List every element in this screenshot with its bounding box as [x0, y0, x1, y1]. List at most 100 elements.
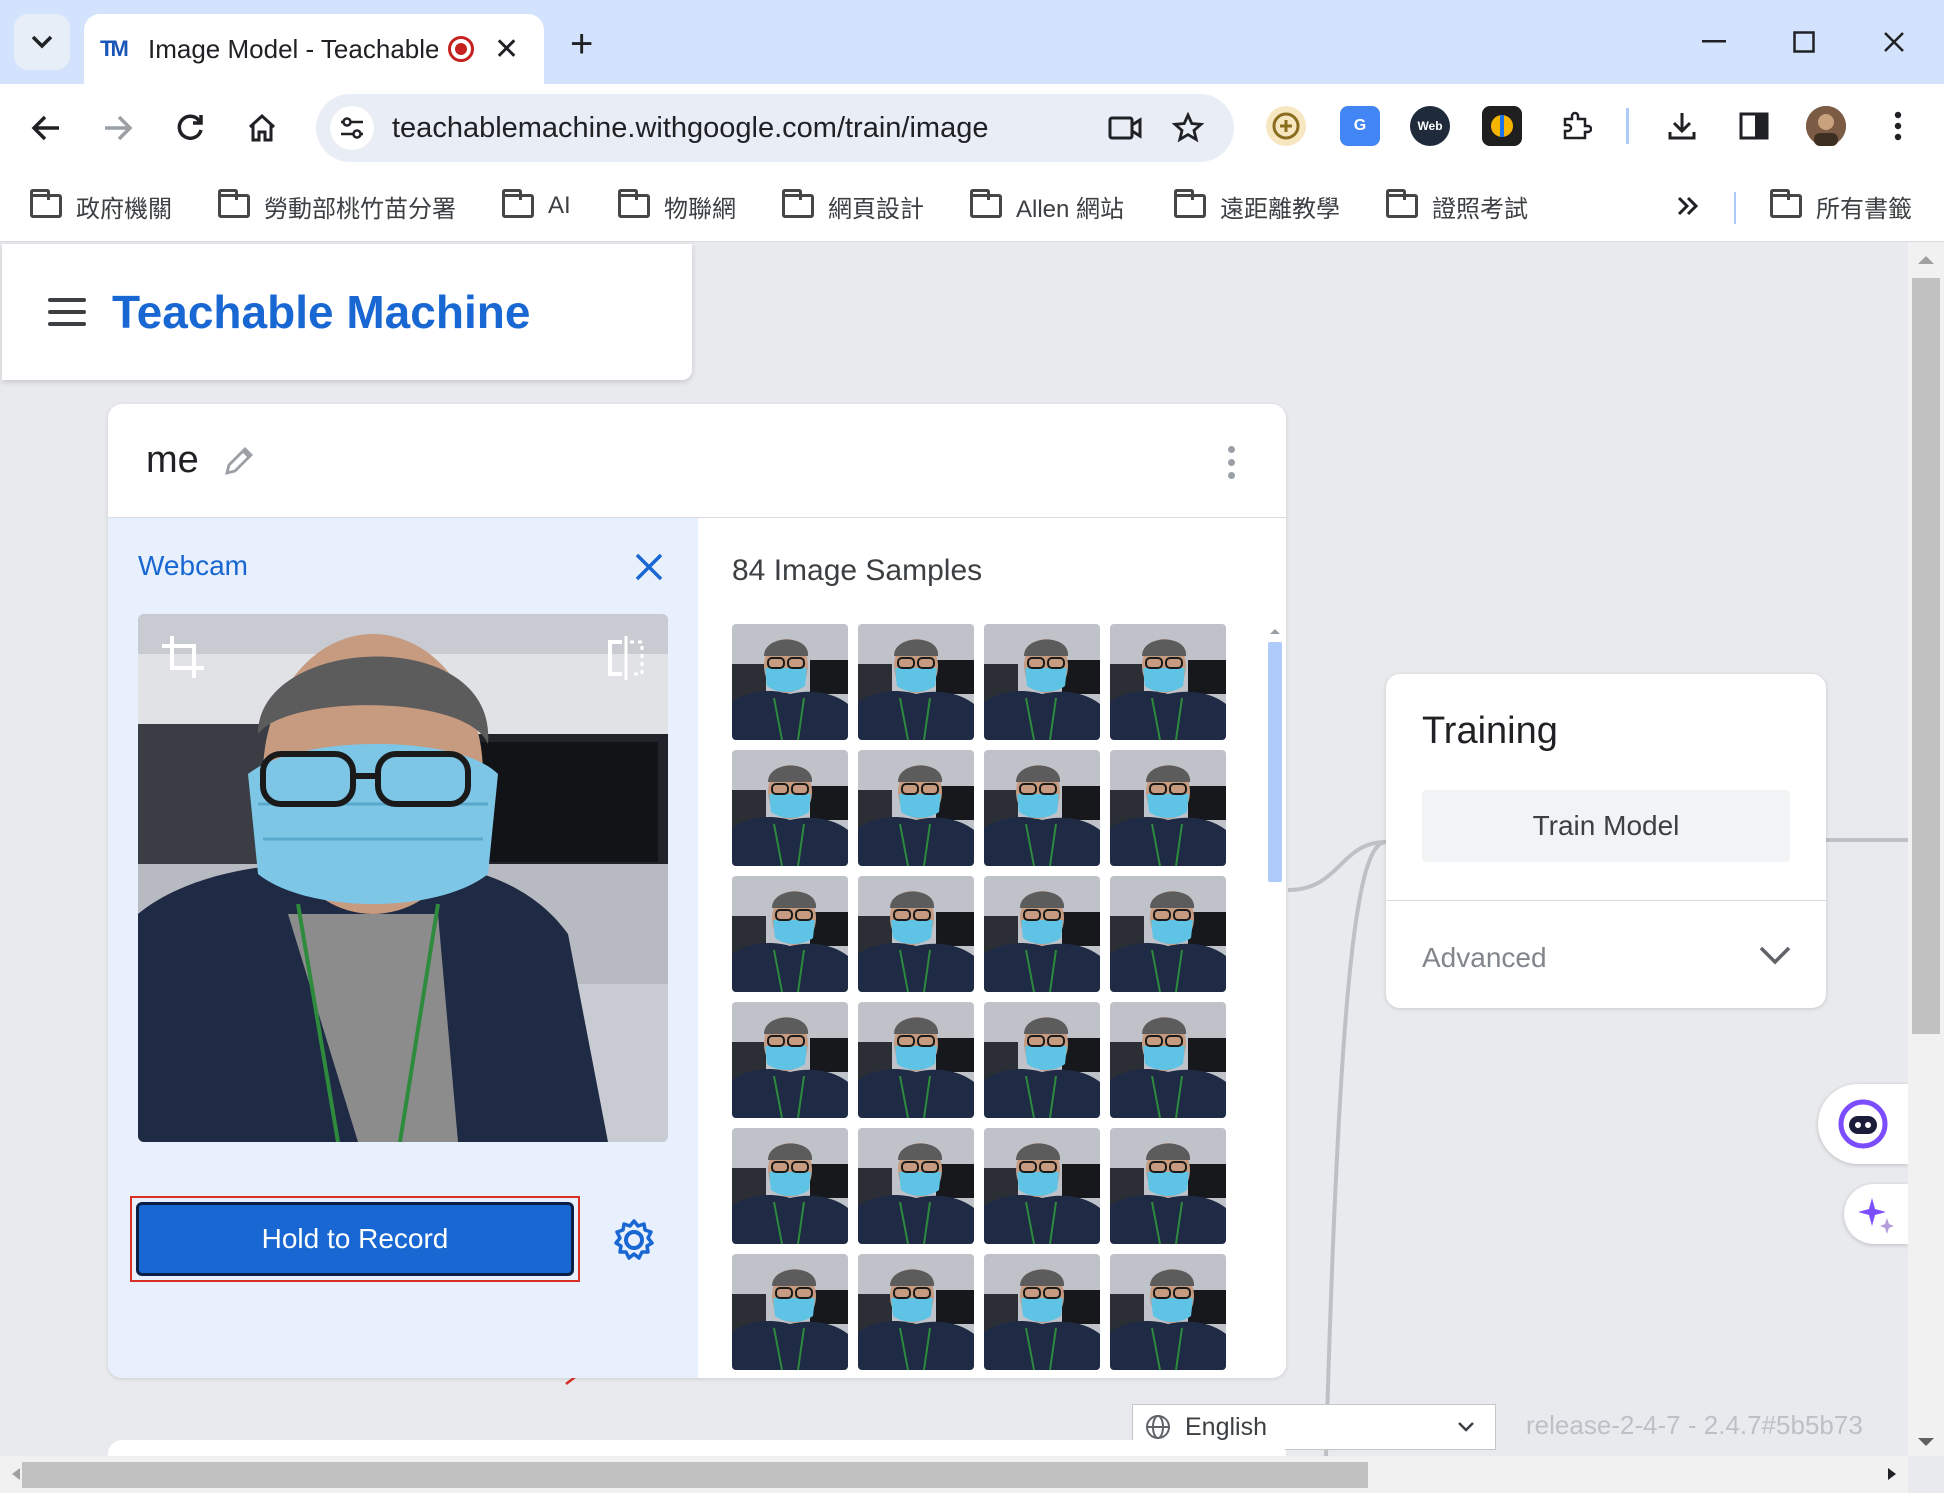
bot-face-icon	[1838, 1099, 1888, 1149]
profile-avatar[interactable]	[1806, 106, 1846, 146]
camera-in-use-icon[interactable]	[1108, 115, 1142, 141]
site-info-button[interactable]	[330, 106, 374, 150]
crop-icon[interactable]	[160, 634, 206, 680]
webcam-preview	[138, 614, 668, 1142]
assistant-bot-button[interactable]	[1818, 1084, 1908, 1164]
sample-thumbnail[interactable]	[1110, 1002, 1226, 1118]
sample-thumbnail[interactable]	[858, 1002, 974, 1118]
class-options-icon[interactable]	[1228, 446, 1236, 479]
gear-icon[interactable]	[612, 1218, 656, 1262]
tab-active[interactable]: TM Image Model - Teachable Machine ✕	[84, 14, 544, 84]
sample-thumbnail[interactable]	[1110, 624, 1226, 740]
all-bookmarks-folder[interactable]: 所有書籤	[1770, 186, 1912, 226]
page-horizontal-scrollbar[interactable]	[0, 1456, 1908, 1493]
sample-thumbnail[interactable]	[858, 624, 974, 740]
bookmark-folder-2[interactable]: AI	[502, 186, 571, 226]
back-button[interactable]	[24, 106, 68, 150]
train-model-button[interactable]: Train Model	[1422, 790, 1790, 862]
minimize-button[interactable]	[1684, 18, 1744, 66]
maximize-icon	[1793, 31, 1815, 53]
sample-thumbnail[interactable]	[732, 624, 848, 740]
side-panel-icon[interactable]	[1734, 106, 1774, 146]
reload-button[interactable]	[168, 106, 212, 150]
samples-scrollbar-thumb[interactable]	[1268, 642, 1282, 882]
chevron-down-icon	[31, 35, 53, 49]
sample-thumbnail[interactable]	[984, 1002, 1100, 1118]
bookmark-folder-5[interactable]: Allen 網站	[970, 186, 1124, 226]
assistant-sparkle-button[interactable]	[1844, 1184, 1908, 1244]
bookmark-folder-1[interactable]: 勞動部桃竹苗分署	[218, 186, 456, 226]
sample-thumbnail[interactable]	[1110, 1254, 1226, 1370]
menu-icon[interactable]	[48, 298, 86, 326]
scroll-down-icon[interactable]	[1908, 1432, 1944, 1452]
tab-search-button[interactable]	[14, 14, 70, 70]
bookmarks-divider	[1734, 192, 1736, 224]
vertical-scroll-thumb[interactable]	[1912, 278, 1940, 1034]
sparkle-icon	[1858, 1198, 1894, 1234]
sample-thumbnail[interactable]	[732, 1128, 848, 1244]
flip-icon[interactable]	[606, 636, 646, 680]
chevron-down-icon[interactable]	[1758, 944, 1792, 966]
hold-to-record-button[interactable]: Hold to Record	[136, 1202, 574, 1276]
webcam-panel: Webcam Hold to Record	[108, 518, 698, 1378]
bookmarks-overflow-button[interactable]	[1676, 186, 1700, 226]
sample-thumbnail[interactable]	[732, 750, 848, 866]
minimize-icon	[1702, 40, 1726, 43]
sample-thumbnail[interactable]	[858, 1254, 974, 1370]
browser-menu-icon[interactable]	[1878, 106, 1918, 146]
close-icon[interactable]	[634, 552, 664, 582]
sample-thumbnail[interactable]	[732, 1254, 848, 1370]
downloads-icon[interactable]	[1662, 106, 1702, 146]
maximize-button[interactable]	[1774, 18, 1834, 66]
close-window-button[interactable]	[1864, 18, 1924, 66]
webcam-video-frame	[138, 614, 668, 1142]
tab-strip: TM Image Model - Teachable Machine ✕ +	[0, 0, 1944, 84]
sample-thumbnail[interactable]	[858, 750, 974, 866]
bookmark-folder-4[interactable]: 網頁設計	[782, 186, 924, 226]
google-translate-icon[interactable]: G	[1340, 106, 1380, 146]
sample-thumbnail[interactable]	[984, 1128, 1100, 1244]
sample-thumbnail[interactable]	[732, 876, 848, 992]
sample-thumbnail-grid	[732, 624, 1240, 1370]
sample-thumbnail[interactable]	[984, 750, 1100, 866]
samples-scroll-up-icon[interactable]	[1268, 626, 1282, 636]
sample-thumbnail[interactable]	[984, 624, 1100, 740]
folder-icon	[1174, 189, 1206, 218]
bookmark-folder-6[interactable]: 遠距離教學	[1174, 186, 1340, 226]
sample-thumbnail[interactable]	[984, 876, 1100, 992]
webchatgpt-icon[interactable]: Web	[1410, 106, 1450, 146]
training-divider	[1386, 900, 1826, 901]
home-button[interactable]	[240, 106, 284, 150]
bookmark-folder-7[interactable]: 證照考試	[1386, 186, 1528, 226]
sample-thumbnail[interactable]	[1110, 876, 1226, 992]
edit-pencil-icon[interactable]	[221, 443, 257, 479]
tab-close-icon[interactable]: ✕	[494, 32, 519, 67]
sample-thumbnail[interactable]	[858, 1128, 974, 1244]
bookmark-folder-3[interactable]: 物聯網	[618, 186, 736, 226]
bookmark-star-icon[interactable]	[1172, 112, 1204, 144]
extension-brain-icon[interactable]	[1482, 106, 1522, 146]
forward-button[interactable]	[96, 106, 140, 150]
extension-1-icon[interactable]	[1266, 106, 1306, 146]
scroll-up-icon[interactable]	[1908, 250, 1944, 270]
advanced-toggle[interactable]: Advanced	[1422, 942, 1547, 974]
close-icon	[1884, 32, 1904, 52]
sample-thumbnail[interactable]	[1110, 1128, 1226, 1244]
class-name[interactable]: me	[146, 439, 199, 482]
address-bar[interactable]: teachablemachine.withgoogle.com/train/im…	[316, 94, 1234, 162]
page-vertical-scrollbar[interactable]	[1908, 242, 1944, 1456]
sample-thumbnail[interactable]	[1110, 750, 1226, 866]
recording-indicator-icon	[448, 36, 474, 62]
sample-thumbnail[interactable]	[732, 1002, 848, 1118]
bookmark-folder-0[interactable]: 政府機關	[30, 186, 172, 226]
scroll-right-icon[interactable]	[1882, 1456, 1902, 1493]
extensions-puzzle-icon[interactable]	[1556, 106, 1596, 146]
horizontal-scroll-thumb[interactable]	[22, 1462, 1368, 1488]
language-value: English	[1185, 1412, 1267, 1441]
sample-thumbnail[interactable]	[984, 1254, 1100, 1370]
sample-thumbnail[interactable]	[858, 876, 974, 992]
arrow-right-icon	[105, 115, 133, 141]
training-title: Training	[1422, 710, 1558, 752]
new-tab-button[interactable]: +	[570, 22, 593, 67]
class-card: me Webcam Hold to Record 84 Image Sample…	[108, 404, 1286, 1378]
